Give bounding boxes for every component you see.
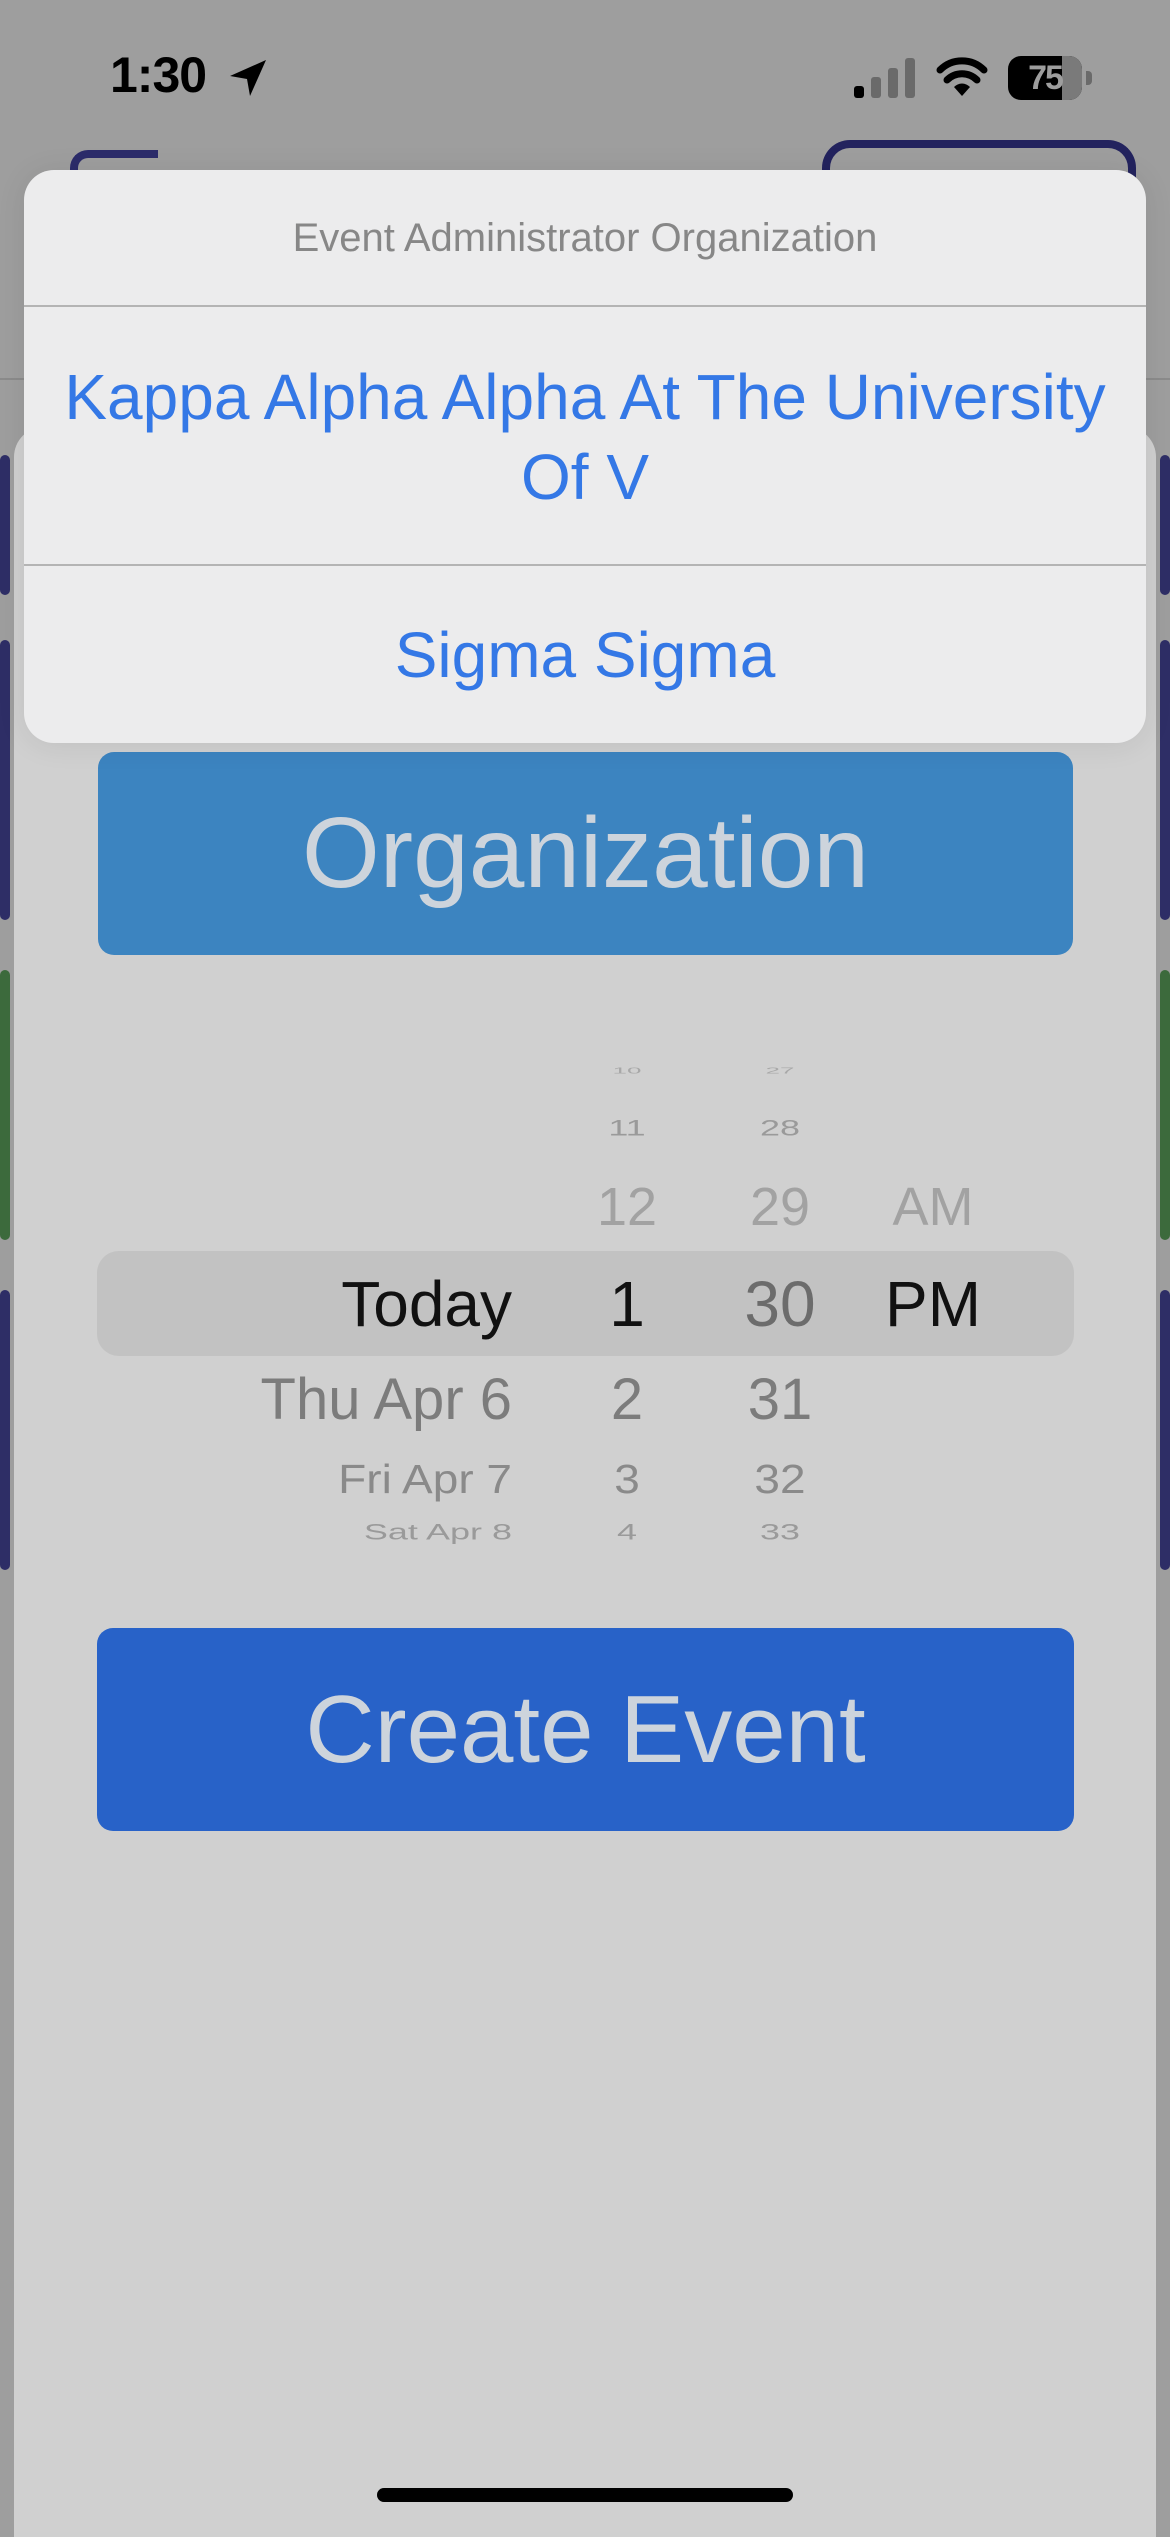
- minute-option[interactable]: 29: [720, 1180, 840, 1234]
- background-card-edge: [1160, 970, 1170, 1240]
- date-option-selected[interactable]: Today: [341, 1272, 512, 1336]
- status-time: 1:30: [110, 47, 207, 103]
- date-option[interactable]: Thu Apr 6: [261, 1371, 512, 1429]
- minute-option[interactable]: 32: [720, 1459, 840, 1499]
- battery-icon: 75: [1008, 56, 1094, 100]
- action-option-kappa-alpha-alpha[interactable]: Kappa Alpha Alpha At The University Of V: [24, 347, 1146, 527]
- status-bar: 1:30 75: [0, 0, 1170, 150]
- background-card-edge: [1160, 640, 1170, 920]
- action-option-sigma-sigma[interactable]: Sigma Sigma: [24, 614, 1146, 696]
- minute-option[interactable]: 27: [720, 1067, 840, 1075]
- create-event-button[interactable]: Create Event: [97, 1628, 1074, 1831]
- action-sheet-title: Event Administrator Organization: [292, 216, 878, 260]
- minute-option[interactable]: 31: [720, 1371, 840, 1429]
- date-option[interactable]: Sat Apr 8: [364, 1521, 512, 1543]
- minute-option[interactable]: 33: [720, 1521, 840, 1543]
- ampm-option-selected[interactable]: PM: [868, 1272, 998, 1336]
- hour-option[interactable]: 4: [572, 1521, 682, 1543]
- hour-option[interactable]: 3: [572, 1459, 682, 1499]
- hour-option[interactable]: 12: [572, 1180, 682, 1234]
- organization-button[interactable]: Organization: [98, 752, 1073, 955]
- hour-option[interactable]: 11: [572, 1117, 682, 1139]
- hour-option-selected[interactable]: 1: [572, 1272, 682, 1336]
- location-arrow-icon: [230, 60, 266, 96]
- background-card-edge: [0, 640, 10, 920]
- home-indicator[interactable]: [377, 2488, 793, 2502]
- cellular-signal-icon: [854, 58, 915, 98]
- hour-option[interactable]: 2: [572, 1371, 682, 1429]
- background-card-edge: [0, 1290, 10, 1570]
- ampm-option[interactable]: AM: [868, 1180, 998, 1234]
- wifi-icon: [936, 57, 988, 96]
- background-card-edge: [0, 970, 10, 1240]
- background-card-edge: [1160, 455, 1170, 595]
- background-card-edge: [0, 455, 10, 595]
- battery-level: 75: [1028, 59, 1064, 97]
- organization-action-sheet: Event Administrator Organization Kappa A…: [24, 170, 1146, 743]
- action-sheet-divider: [24, 305, 1146, 307]
- minute-option[interactable]: 28: [720, 1117, 840, 1139]
- action-sheet-divider: [24, 564, 1146, 566]
- date-option[interactable]: Fri Apr 7: [338, 1459, 512, 1499]
- hour-option[interactable]: 10: [572, 1067, 682, 1075]
- minute-option-selected[interactable]: 30: [720, 1272, 840, 1336]
- background-card-edge: [1160, 1290, 1170, 1570]
